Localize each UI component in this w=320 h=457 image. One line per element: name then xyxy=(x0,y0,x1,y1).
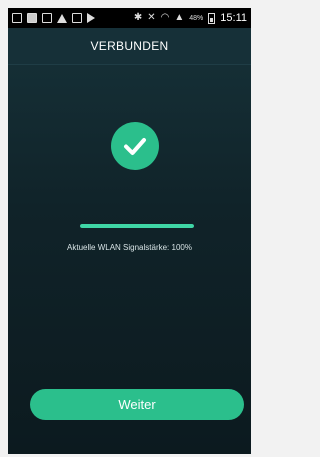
mute-icon: ✕ xyxy=(147,12,156,23)
wifi-icon: ◠ xyxy=(160,12,170,23)
app-header: VERBUNDEN xyxy=(8,28,251,65)
battery-icon xyxy=(208,12,216,24)
calendar-icon xyxy=(72,13,82,23)
app-icon xyxy=(27,13,37,23)
checkmark-icon xyxy=(124,138,146,155)
signal-strength-label: Aktuelle WLAN Signalstärke: 100% xyxy=(67,243,192,252)
clock: 15:11 xyxy=(220,12,247,24)
continue-button[interactable]: Weiter xyxy=(30,389,244,420)
signal-strength-fill xyxy=(80,224,194,228)
image-icon xyxy=(42,13,52,23)
page-title: VERBUNDEN xyxy=(90,39,169,53)
notification-icons xyxy=(12,13,95,23)
warning-icon xyxy=(57,13,67,23)
signal-icon: ▲ xyxy=(174,12,185,23)
checkmark-circle-icon xyxy=(111,122,159,170)
play-store-icon xyxy=(87,13,95,23)
app-screen: ✱ ✕ ◠ ▲ 48% 15:11 VERBUNDEN Aktuelle WLA… xyxy=(8,8,251,454)
bluetooth-icon: ✱ xyxy=(133,12,143,23)
battery-percent: 48% xyxy=(189,14,204,22)
system-icons: ✱ ✕ ◠ ▲ 48% 15:11 xyxy=(134,12,247,24)
screenshot-icon xyxy=(12,13,22,23)
status-bar: ✱ ✕ ◠ ▲ 48% 15:11 xyxy=(8,8,251,28)
signal-strength-bar xyxy=(80,224,194,228)
